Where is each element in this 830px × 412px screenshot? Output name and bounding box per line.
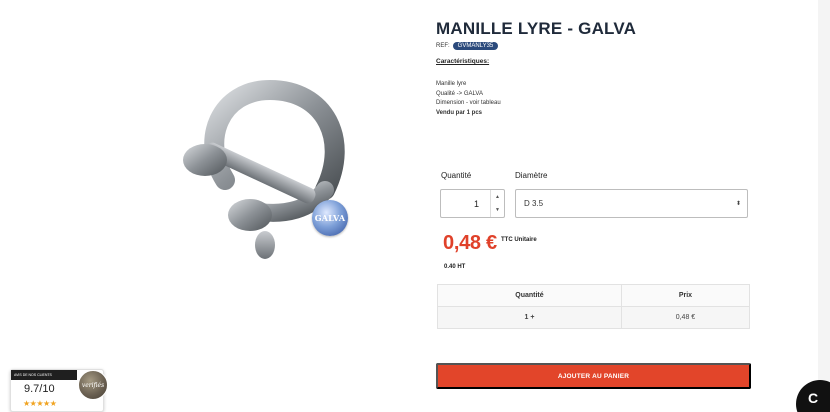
- customer-rating-widget[interactable]: AVIS DE NOS CLIENTS 9.7/10 ★★★★★ verifié…: [10, 369, 108, 412]
- spinner-down-icon[interactable]: ▼: [491, 204, 504, 218]
- verified-seal-icon: verifiés: [78, 370, 108, 400]
- chat-glyph: C: [808, 390, 819, 406]
- diameter-select[interactable]: D 3.5 ⬍: [515, 189, 748, 218]
- quantity-stepper[interactable]: 1 ▲ ▼: [440, 189, 505, 218]
- spinner-up-icon[interactable]: ▲: [491, 190, 504, 204]
- table-header-row: Quantité Prix: [437, 284, 751, 307]
- quantity-label: Quantité: [441, 171, 472, 180]
- quantity-value[interactable]: 1: [441, 190, 487, 217]
- ref-label: REF:: [436, 43, 450, 49]
- characteristics-list: Manille lyre Qualité -> GALVA Dimension …: [436, 80, 501, 118]
- product-image[interactable]: [160, 60, 370, 280]
- price-ttc-note: TTC Unitaire: [501, 237, 537, 243]
- diameter-value: D 3.5: [524, 199, 544, 208]
- ref-badge: GVMANLY35: [452, 42, 499, 50]
- price-table: Quantité Prix 1 + 0,48 €: [437, 284, 751, 329]
- table-cell-quantity: 1 +: [437, 306, 622, 329]
- characteristic-item: Qualité -> GALVA: [436, 90, 483, 97]
- galva-badge: GALVA: [312, 200, 348, 236]
- sold-by: Vendu par 1 pcs: [436, 109, 483, 116]
- price-ht: 0.40 HT: [444, 264, 466, 270]
- characteristic-item: Dimension - voir tableau: [436, 100, 501, 106]
- page-edge: [818, 0, 830, 412]
- rating-banner: AVIS DE NOS CLIENTS: [11, 370, 77, 380]
- product-ref: REF: GVMANLY35: [436, 42, 499, 50]
- price-ttc: 0,48 €: [443, 232, 497, 254]
- select-arrows-icon[interactable]: ⬍: [736, 190, 741, 217]
- diameter-label: Diamètre: [515, 171, 548, 180]
- characteristic-item: Manille lyre: [436, 81, 467, 87]
- rating-score: 9.7/10: [24, 383, 55, 395]
- characteristics-title: Caractéristiques:: [436, 58, 490, 65]
- add-to-cart-button[interactable]: AJOUTER AU PANIER: [436, 363, 751, 389]
- table-row: 1 + 0,48 €: [437, 306, 751, 329]
- galva-badge-label: GALVA: [314, 213, 346, 223]
- quantity-spinner[interactable]: ▲ ▼: [490, 190, 504, 217]
- rating-stars: ★★★★★: [23, 399, 57, 408]
- column-header-quantity: Quantité: [437, 284, 622, 307]
- shackle-image: [183, 79, 345, 259]
- product-title: MANILLE LYRE - GALVA: [436, 19, 637, 38]
- seal-label: verifiés: [81, 381, 105, 389]
- table-cell-price: 0,48 €: [620, 306, 751, 329]
- column-header-price: Prix: [620, 284, 751, 307]
